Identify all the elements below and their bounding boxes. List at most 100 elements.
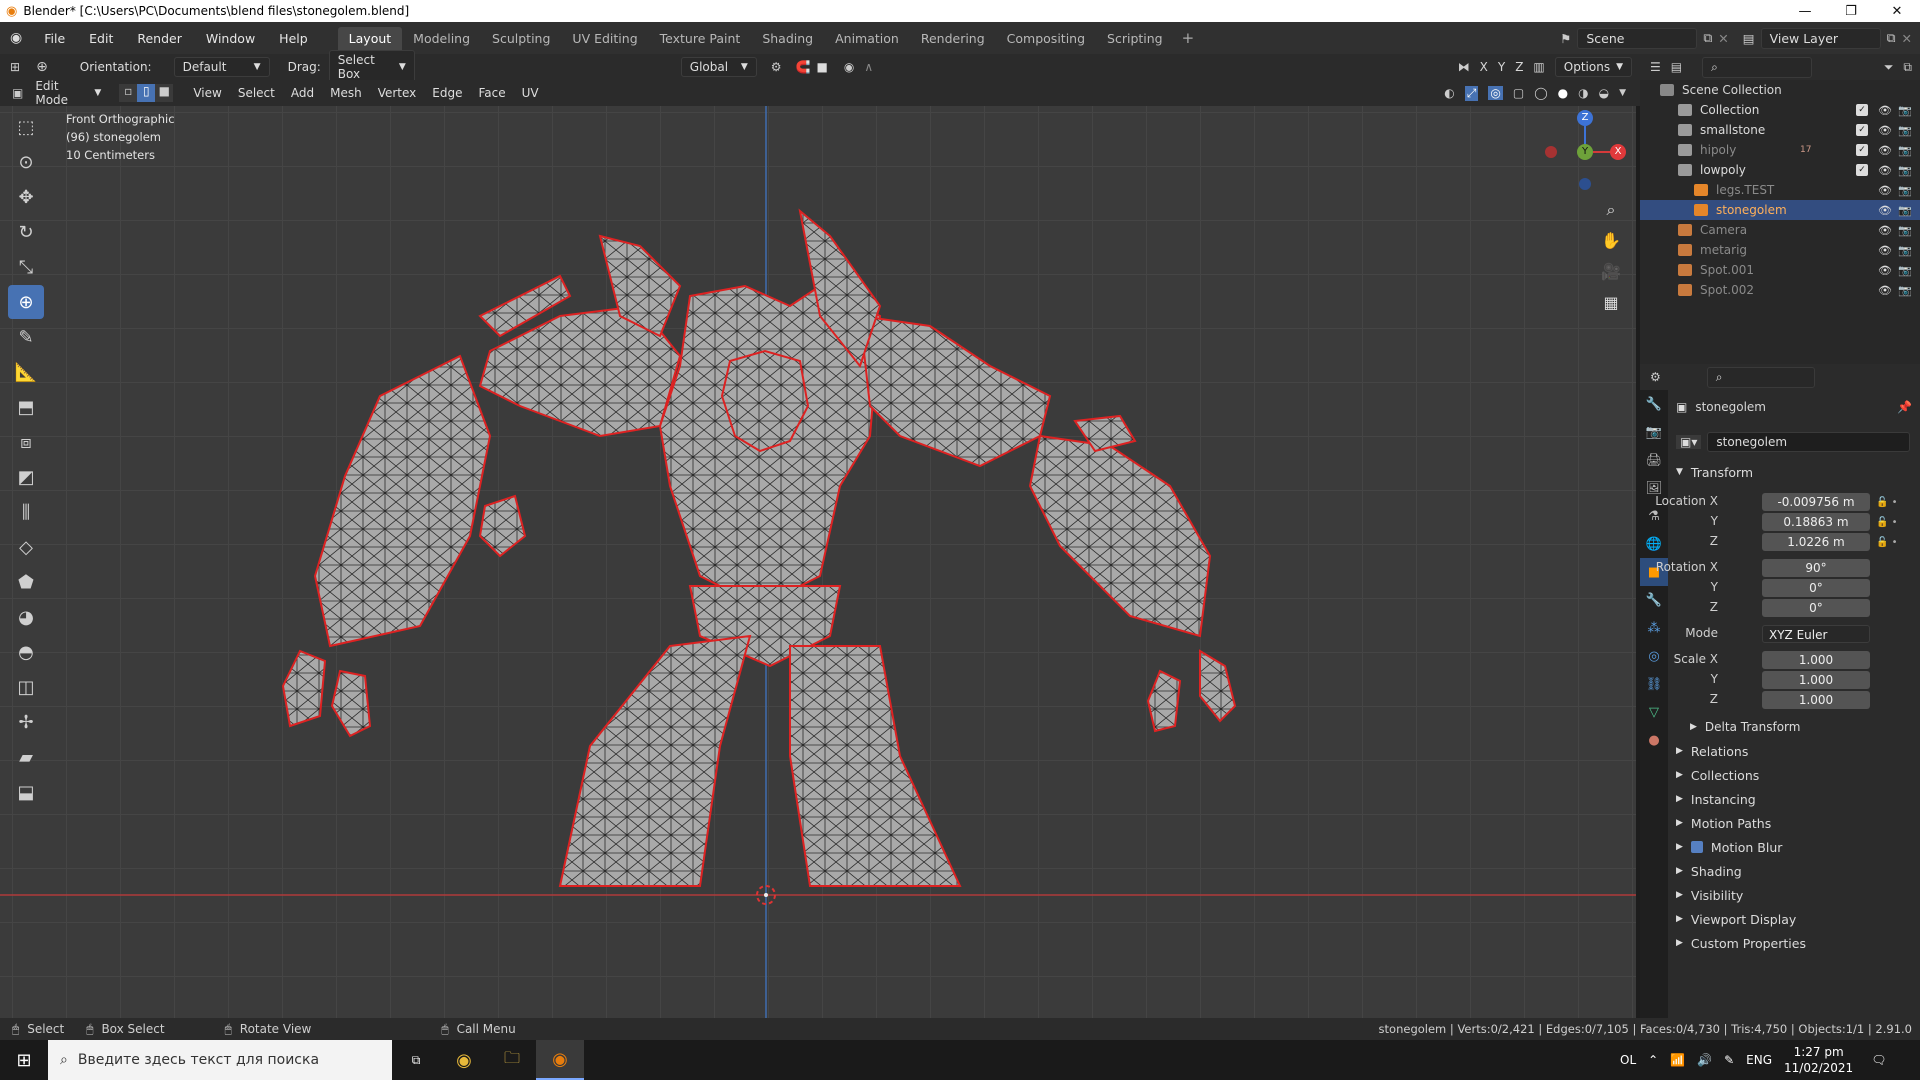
zoom-icon[interactable]: ⌕ <box>1596 194 1626 225</box>
ortho-grid-icon[interactable]: ▦ <box>1596 287 1626 318</box>
snap-target-icon[interactable]: ■ <box>817 60 828 74</box>
properties-editor-icon[interactable]: ⚙ <box>1650 370 1661 384</box>
rotation-mode-dropdown[interactable]: XYZ Euler <box>1762 625 1870 643</box>
file-explorer-icon[interactable]: 🗀 <box>488 1047 536 1074</box>
chrome-icon[interactable]: ◉ <box>440 1050 488 1071</box>
gizmo-neg-x-axis[interactable] <box>1545 146 1557 158</box>
menu-add[interactable]: Add <box>283 84 322 102</box>
poly-build-tool-icon[interactable]: ⬟ <box>8 565 44 599</box>
material-tab-icon[interactable]: ● <box>1640 726 1668 754</box>
shear-tool-icon[interactable]: ▰ <box>8 740 44 774</box>
panel-instancing[interactable]: ▶ Instancing <box>1676 788 1912 810</box>
vertex-select-icon[interactable]: ▫ <box>119 84 138 102</box>
camera-view-icon[interactable]: 🎥 <box>1596 256 1626 287</box>
outliner-item[interactable]: stonegolem 👁 📷 <box>1640 200 1920 220</box>
panel-viewport-display[interactable]: ▶ Viewport Display <box>1676 908 1912 930</box>
eye-icon[interactable]: 👁 <box>1878 124 1892 137</box>
eye-icon[interactable]: 👁 <box>1878 144 1892 157</box>
object-browse-icon[interactable]: ▣▾ <box>1676 435 1702 449</box>
exclude-checkbox[interactable]: ✓ <box>1856 104 1868 116</box>
editor-type-icon[interactable]: ⊞ <box>0 60 30 74</box>
scale-z-field[interactable]: 1.000 <box>1762 691 1870 709</box>
rip-tool-icon[interactable]: ⬓ <box>8 775 44 809</box>
scale-x-field[interactable]: 1.000 <box>1762 651 1870 669</box>
windows-start-icon[interactable]: ⊞ <box>0 1050 48 1071</box>
outliner-item[interactable]: Spot.001 👁 📷 <box>1640 260 1920 280</box>
lock-icon[interactable]: 🔓 • <box>1876 513 1910 533</box>
minimize-button[interactable]: — <box>1782 0 1828 22</box>
exclude-checkbox[interactable]: ✓ <box>1856 124 1868 136</box>
edge-select-icon[interactable]: ▯ <box>137 84 156 102</box>
scene-selector[interactable]: Scene <box>1577 27 1698 49</box>
transform-orientation-dropdown[interactable]: Global ▼ <box>680 57 757 77</box>
tab-uv-editing[interactable]: UV Editing <box>561 27 648 50</box>
gizmo-x-axis[interactable]: X <box>1610 144 1626 160</box>
outliner-item[interactable]: lowpoly ✓ 👁 📷 <box>1640 160 1920 180</box>
camera-icon[interactable]: 📷 <box>1898 264 1912 277</box>
close-window-button[interactable]: ✕ <box>1874 0 1920 22</box>
rotation-x-field[interactable]: 90° <box>1762 559 1870 577</box>
knife-tool-icon[interactable]: ◇ <box>8 530 44 564</box>
rotation-z-field[interactable]: 0° <box>1762 599 1870 617</box>
scale-tool-icon[interactable]: ⤡ <box>8 250 44 284</box>
outliner-item[interactable]: hipoly 17 ✓ 👁 📷 <box>1640 140 1920 160</box>
menu-uv[interactable]: UV <box>514 84 547 102</box>
pin-icon[interactable]: 📌 <box>1897 400 1912 414</box>
tab-rendering[interactable]: Rendering <box>910 27 996 50</box>
visibility-icon[interactable]: ◐ <box>1444 86 1454 100</box>
shrink-fatten-tool-icon[interactable]: ✢ <box>8 705 44 739</box>
tab-animation[interactable]: Animation <box>824 27 910 50</box>
panel-visibility[interactable]: ▶ Visibility <box>1676 884 1912 906</box>
wifi-icon[interactable]: 📶 <box>1670 1053 1685 1067</box>
solid-shading-icon[interactable]: ● <box>1558 86 1568 100</box>
object-name-field[interactable]: stonegolem <box>1707 432 1910 452</box>
falloff-icon[interactable]: ∧ <box>864 60 873 74</box>
tab-scripting[interactable]: Scripting <box>1096 27 1174 50</box>
menu-face[interactable]: Face <box>470 84 513 102</box>
tab-layout[interactable]: Layout <box>337 26 403 50</box>
overlay-toggle-icon[interactable]: ◎ <box>1488 86 1503 100</box>
panel-motion-blur[interactable]: ▶ Motion Blur <box>1676 836 1912 858</box>
volume-icon[interactable]: 🔊 <box>1697 1053 1712 1067</box>
location-z-field[interactable]: 1.0226 m <box>1762 533 1870 551</box>
language-indicator[interactable]: ENG <box>1746 1053 1772 1067</box>
menu-help[interactable]: Help <box>267 31 320 46</box>
eye-icon[interactable]: 👁 <box>1878 184 1892 197</box>
chevron-down-icon[interactable]: ▼ <box>1619 88 1626 98</box>
camera-icon[interactable]: 📷 <box>1898 284 1912 297</box>
camera-icon[interactable]: 📷 <box>1898 144 1912 157</box>
gizmo-neg-z-axis[interactable] <box>1579 178 1591 190</box>
panel-collections[interactable]: ▶ Collections <box>1676 764 1912 786</box>
rotate-tool-icon[interactable]: ↻ <box>8 215 44 249</box>
clock[interactable]: 1:27 pm 11/02/2021 <box>1784 1044 1853 1076</box>
lock-icon[interactable]: 🔓 • <box>1876 493 1910 513</box>
camera-icon[interactable]: 📷 <box>1898 104 1912 117</box>
pan-hand-icon[interactable]: ✋ <box>1596 225 1626 256</box>
exclude-checkbox[interactable]: ✓ <box>1856 164 1868 176</box>
orientation-dropdown[interactable]: Default ▼ <box>173 57 270 77</box>
navigation-gizmo[interactable]: Z Y X <box>1530 106 1630 206</box>
mode-dropdown[interactable]: Edit Mode ▼ <box>27 77 109 109</box>
inset-tool-icon[interactable]: ⧈ <box>8 425 44 459</box>
tab-shading[interactable]: Shading <box>751 27 824 50</box>
blender-taskbar-icon[interactable]: ◉ <box>536 1040 584 1080</box>
transform-panel-header[interactable]: ▼ Transform <box>1676 461 1912 483</box>
menu-mesh[interactable]: Mesh <box>322 84 370 102</box>
delta-transform-panel[interactable]: ▶ Delta Transform <box>1690 716 1920 738</box>
menu-vertex[interactable]: Vertex <box>370 84 425 102</box>
camera-icon[interactable]: 📷 <box>1898 164 1912 177</box>
eye-icon[interactable]: 👁 <box>1878 244 1892 257</box>
extrude-tool-icon[interactable]: ⬒ <box>8 390 44 424</box>
rendered-shading-icon[interactable]: ◒ <box>1599 86 1609 100</box>
panel-shading[interactable]: ▶ Shading <box>1676 860 1912 882</box>
task-view-icon[interactable]: ⧉ <box>392 1053 440 1068</box>
eye-icon[interactable]: 👁 <box>1878 164 1892 177</box>
new-view-layer-icon[interactable]: ⧉ <box>1887 30 1896 46</box>
menu-select[interactable]: Select <box>230 84 283 102</box>
mirror-x-toggle[interactable]: X <box>1480 60 1488 74</box>
loop-cut-tool-icon[interactable]: ⫼ <box>8 495 44 529</box>
pivot-icon[interactable]: ⚙ <box>771 60 782 74</box>
add-workspace-icon[interactable]: + <box>1174 29 1203 47</box>
exclude-checkbox[interactable]: ✓ <box>1856 144 1868 156</box>
scene-icon[interactable]: ⚑ <box>1560 31 1571 46</box>
